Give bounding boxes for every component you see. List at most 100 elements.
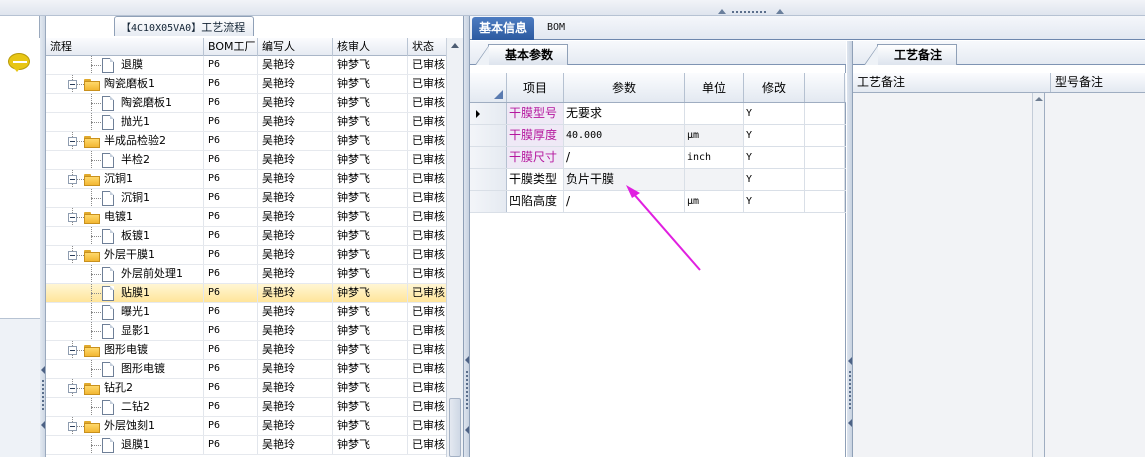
table-row[interactable]: 图形电镀 P6 吴艳玲 钟梦飞 已审核 [46, 341, 446, 360]
tree-node[interactable]: 沉铜1 [46, 189, 204, 207]
column-header-flow[interactable]: 流程 [46, 38, 204, 56]
chat-bubble-icon[interactable] [8, 53, 30, 72]
param-unit-cell[interactable] [685, 169, 744, 190]
table-row[interactable]: 钻孔2 P6 吴艳玲 钟梦飞 已审核 [46, 379, 446, 398]
param-value-cell[interactable]: / [564, 147, 685, 168]
tree-node[interactable]: 半检2 [46, 151, 204, 169]
param-row[interactable]: 干膜型号 无要求 Y [470, 103, 846, 125]
row-header[interactable] [470, 169, 507, 190]
tab-basic-params[interactable]: 基本参数 [474, 44, 569, 65]
table-row[interactable]: 退膜1 P6 吴艳玲 钟梦飞 已审核 [46, 436, 446, 455]
tree-node[interactable]: 曝光1 [46, 303, 204, 321]
param-item-cell[interactable]: 凹陷高度 [507, 191, 564, 212]
scroll-up-icon[interactable] [1035, 97, 1043, 101]
collapse-node-icon[interactable] [68, 80, 77, 89]
param-item-cell[interactable]: 干膜型号 [507, 103, 564, 124]
column-header-bom[interactable]: BOM工厂 [204, 38, 258, 56]
process-flow-tab[interactable]: 【4C10X05VA0】工艺流程 [114, 16, 255, 36]
param-row[interactable]: 干膜厚度 40.000 μm Y [470, 125, 846, 147]
table-row[interactable]: 陶瓷磨板1 P6 吴艳玲 钟梦飞 已审核 [46, 75, 446, 94]
tree-node[interactable]: 电镀1 [46, 208, 204, 226]
param-unit-cell[interactable]: inch [685, 147, 744, 168]
collapse-node-icon[interactable] [68, 422, 77, 431]
param-unit-cell[interactable]: μm [685, 191, 744, 212]
param-modify-cell[interactable]: Y [744, 125, 805, 146]
tree-node[interactable]: 外层蚀刻1 [46, 417, 204, 435]
row-header[interactable] [470, 125, 507, 146]
collapse-node-icon[interactable] [68, 346, 77, 355]
tree-node[interactable]: 半成品检验2 [46, 132, 204, 150]
collapse-node-icon[interactable] [68, 175, 77, 184]
tree-node[interactable]: 显影1 [46, 322, 204, 340]
collapse-left-icon[interactable] [41, 421, 45, 429]
param-row[interactable]: 干膜类型 负片干膜 Y [470, 169, 846, 191]
table-row[interactable]: 二钻2 P6 吴艳玲 钟梦飞 已审核 [46, 398, 446, 417]
param-value-cell[interactable]: / [564, 191, 685, 212]
tree-node[interactable]: 退膜 [46, 56, 204, 74]
collapse-node-icon[interactable] [68, 213, 77, 222]
tree-scrollbar[interactable] [446, 38, 463, 457]
tree-node[interactable]: 外层前处理1 [46, 265, 204, 283]
scroll-up-icon[interactable] [451, 43, 459, 48]
tree-node[interactable]: 陶瓷磨板1 [46, 94, 204, 112]
collapse-node-icon[interactable] [68, 137, 77, 146]
tree-node[interactable]: 抛光1 [46, 113, 204, 131]
model-note-textarea[interactable] [1045, 93, 1145, 457]
tree-node[interactable]: 图形电镀 [46, 341, 204, 359]
table-row[interactable]: 外层前处理1 P6 吴艳玲 钟梦飞 已审核 [46, 265, 446, 284]
table-row[interactable]: 抛光1 P6 吴艳玲 钟梦飞 已审核 [46, 113, 446, 132]
param-modify-cell[interactable]: Y [744, 191, 805, 212]
tree-node[interactable]: 钻孔2 [46, 379, 204, 397]
tab-basic-info[interactable]: 基本信息 [472, 17, 535, 40]
table-row[interactable]: 电镀1 P6 吴艳玲 钟梦飞 已审核 [46, 208, 446, 227]
param-unit-cell[interactable]: μm [685, 125, 744, 146]
param-unit-cell[interactable] [685, 103, 744, 124]
param-modify-cell[interactable]: Y [744, 147, 805, 168]
scroll-thumb[interactable] [449, 398, 461, 457]
table-row[interactable]: 陶瓷磨板1 P6 吴艳玲 钟梦飞 已审核 [46, 94, 446, 113]
column-header-item[interactable]: 项目 [507, 73, 564, 102]
tree-node[interactable]: 退膜1 [46, 436, 204, 454]
tree-node[interactable]: 贴膜1 [46, 284, 204, 302]
param-value-cell[interactable]: 40.000 [564, 125, 685, 146]
column-header-param[interactable]: 参数 [564, 73, 685, 102]
table-row[interactable]: 显影1 P6 吴艳玲 钟梦飞 已审核 [46, 322, 446, 341]
table-row[interactable]: 外层干膜1 P6 吴艳玲 钟梦飞 已审核 [46, 246, 446, 265]
param-value-cell[interactable]: 无要求 [564, 103, 685, 124]
param-item-cell[interactable]: 干膜尺寸 [507, 147, 564, 168]
column-header-status[interactable]: 状态 [408, 38, 446, 56]
table-row[interactable]: 退膜 P6 吴艳玲 钟梦飞 已审核 [46, 56, 446, 75]
row-header[interactable] [470, 147, 507, 168]
table-row[interactable]: 沉铜1 P6 吴艳玲 钟梦飞 已审核 [46, 170, 446, 189]
param-value-cell[interactable]: 负片干膜 [564, 169, 685, 190]
tree-node[interactable]: 二钻2 [46, 398, 204, 416]
collapse-node-icon[interactable] [68, 384, 77, 393]
table-row[interactable]: 贴膜1 P6 吴艳玲 钟梦飞 已审核 [46, 284, 446, 303]
column-header-author[interactable]: 编写人 [258, 38, 333, 56]
collapse-left-icon[interactable] [465, 356, 469, 364]
collapse-left-icon[interactable] [465, 426, 469, 434]
table-row[interactable]: 板镀1 P6 吴艳玲 钟梦飞 已审核 [46, 227, 446, 246]
tree-node[interactable]: 图形电镀 [46, 360, 204, 378]
select-all-corner[interactable] [470, 73, 507, 102]
tree-node[interactable]: 外层干膜1 [46, 246, 204, 264]
param-item-cell[interactable]: 干膜类型 [507, 169, 564, 190]
param-row[interactable]: 干膜尺寸 / inch Y [470, 147, 846, 169]
collapse-grip[interactable] [718, 9, 784, 14]
table-row[interactable]: 沉铜1 P6 吴艳玲 钟梦飞 已审核 [46, 189, 446, 208]
tree-node[interactable]: 沉铜1 [46, 170, 204, 188]
tab-bom[interactable]: BOM [540, 17, 572, 40]
table-row[interactable]: 半检2 P6 吴艳玲 钟梦飞 已审核 [46, 151, 446, 170]
param-modify-cell[interactable]: Y [744, 103, 805, 124]
row-header[interactable] [470, 191, 507, 212]
collapse-left-icon[interactable] [848, 419, 852, 427]
table-row[interactable]: 曝光1 P6 吴艳玲 钟梦飞 已审核 [46, 303, 446, 322]
tree-node[interactable]: 陶瓷磨板1 [46, 75, 204, 93]
tab-process-notes[interactable]: 工艺备注 [863, 44, 958, 65]
column-header-unit[interactable]: 单位 [685, 73, 744, 102]
collapse-left-icon[interactable] [41, 366, 45, 374]
tree-node[interactable]: 板镀1 [46, 227, 204, 245]
collapse-left-icon[interactable] [848, 357, 852, 365]
param-row[interactable]: 凹陷高度 / μm Y [470, 191, 846, 213]
param-item-cell[interactable]: 干膜厚度 [507, 125, 564, 146]
